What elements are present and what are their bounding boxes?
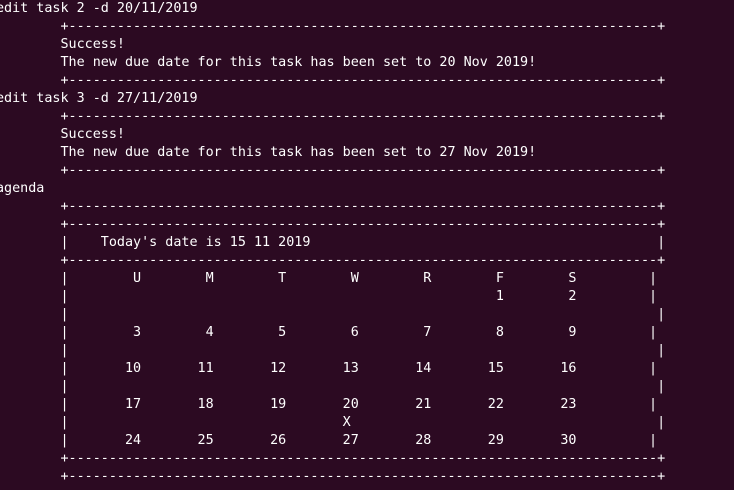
- calendar-marker-row: | |: [0, 379, 666, 394]
- calendar-border-bottom: +---------------------------------------…: [0, 451, 666, 466]
- command-agenda: agenda: [0, 181, 45, 196]
- calendar-week-row: | 1 2 |: [0, 289, 658, 304]
- calendar-todays-date: | Today's date is 15 11 2019 |: [0, 235, 666, 250]
- calendar-border: +---------------------------------------…: [0, 253, 666, 268]
- calendar-week-row: | 3 4 5 6 7 8 9 |: [0, 325, 658, 340]
- separator-line: +---------------------------------------…: [0, 163, 666, 178]
- calendar-marker-row: | |: [0, 307, 666, 322]
- calendar-border-top: +---------------------------------------…: [0, 217, 666, 232]
- success-message: Success!: [0, 37, 125, 52]
- separator-line: +---------------------------------------…: [0, 73, 666, 88]
- command-edit-task-3: edit task 3 -d 27/11/2019: [0, 91, 198, 106]
- due-date-message: The new due date for this task has been …: [0, 55, 537, 70]
- separator-line: +---------------------------------------…: [0, 109, 666, 124]
- separator-line: +---------------------------------------…: [0, 469, 666, 484]
- calendar-week-row: | 10 11 12 13 14 15 16 |: [0, 361, 658, 376]
- command-edit-task-2: edit task 2 -d 20/11/2019: [0, 1, 198, 16]
- calendar-marker-row: | X |: [0, 415, 666, 430]
- calendar-weekday-header: | U M T W R F S |: [0, 271, 658, 286]
- due-date-message: The new due date for this task has been …: [0, 145, 537, 160]
- calendar-marker-row: | |: [0, 343, 666, 358]
- separator-line: +---------------------------------------…: [0, 19, 666, 34]
- separator-line: +---------------------------------------…: [0, 199, 666, 214]
- calendar-week-row: | 24 25 26 27 28 29 30 |: [0, 433, 658, 448]
- calendar-week-row: | 17 18 19 20 21 22 23 |: [0, 397, 658, 412]
- success-message: Success!: [0, 127, 125, 142]
- terminal-output[interactable]: edit task 2 -d 20/11/2019 +-------------…: [0, 0, 734, 490]
